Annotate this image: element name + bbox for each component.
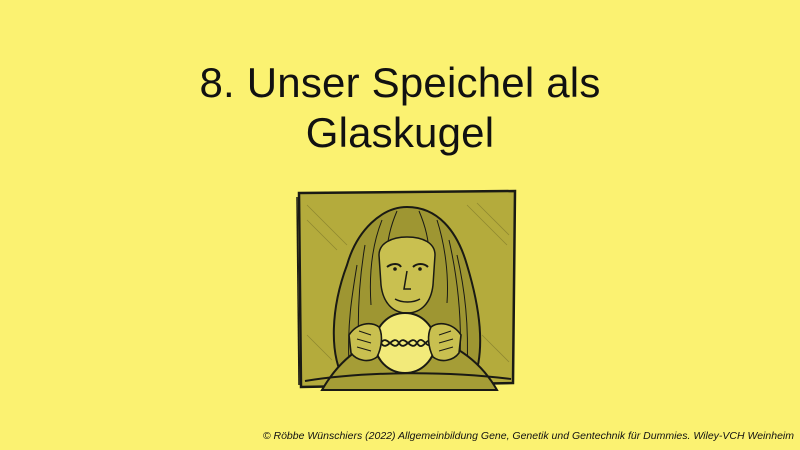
fortune-teller-illustration	[287, 185, 522, 400]
copyright-credit: © Röbbe Wünschiers (2022) Allgemeinbildu…	[262, 430, 794, 442]
title-line-2: Glaskugel	[305, 109, 495, 156]
title-line-1: 8. Unser Speichel als	[199, 59, 601, 106]
slide-title: 8. Unser Speichel als Glaskugel	[100, 58, 700, 158]
slide: 8. Unser Speichel als Glaskugel © Röbbe …	[0, 0, 800, 450]
